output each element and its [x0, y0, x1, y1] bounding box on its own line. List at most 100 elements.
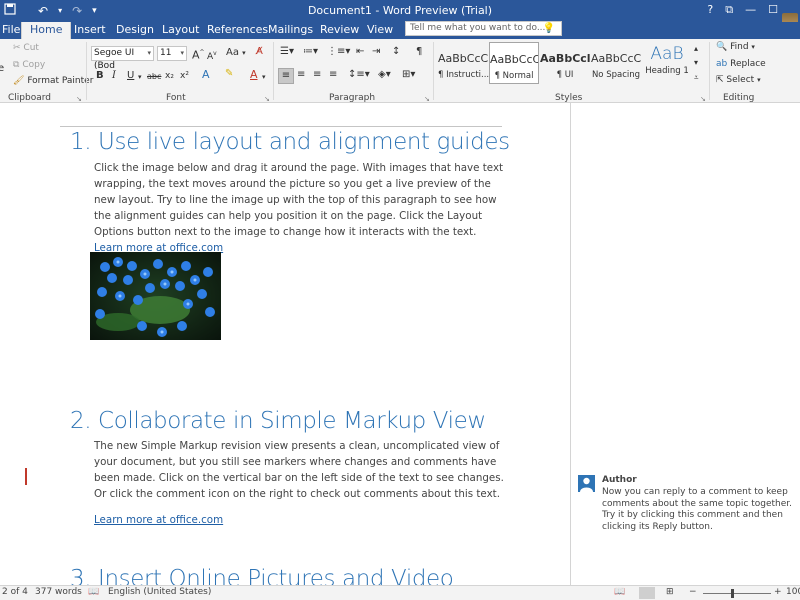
- bullets-icon[interactable]: ☰▾: [280, 46, 294, 58]
- minimize-button[interactable]: —: [745, 3, 756, 17]
- italic-button[interactable]: I: [112, 70, 116, 82]
- replace-label: Replace: [730, 59, 766, 69]
- strikethrough-button[interactable]: abc: [147, 71, 161, 83]
- style-name: ¶ Instructi...: [438, 70, 490, 80]
- comment-author-avatar: [578, 475, 595, 492]
- justify-icon[interactable]: ≡: [329, 69, 337, 81]
- window-title: Document1 - Word Preview (Trial): [307, 4, 493, 17]
- borders-icon[interactable]: ⊞▾: [402, 69, 415, 81]
- style-sample: AaBbCcC: [591, 52, 641, 65]
- word-count[interactable]: 377 words: [35, 587, 82, 597]
- font-color-button[interactable]: A: [250, 69, 258, 81]
- zoom-in-button[interactable]: +: [774, 587, 782, 597]
- shading-icon[interactable]: ◈▾: [378, 69, 391, 81]
- revision-change-bar[interactable]: [25, 468, 27, 485]
- tab-view[interactable]: View: [359, 22, 401, 39]
- comment-text: Now you can reply to a comment to keep c…: [602, 487, 792, 532]
- flower-photo[interactable]: [90, 252, 221, 340]
- paintbrush-icon: 🖌: [13, 76, 25, 86]
- font-launcher-icon[interactable]: ↘: [264, 95, 270, 103]
- print-layout-icon[interactable]: [639, 587, 655, 599]
- replace-button[interactable]: ab Replace: [716, 59, 766, 69]
- clipboard-group-label: Clipboard: [8, 93, 51, 103]
- align-left-icon[interactable]: ≡: [278, 68, 294, 84]
- format-painter-label: Format Painter: [27, 76, 94, 86]
- chevron-down-icon: ▾: [147, 49, 151, 57]
- tell-me-placeholder: Tell me what you want to do...: [410, 23, 546, 33]
- paragraph-launcher-icon[interactable]: ↘: [424, 95, 430, 103]
- multilevel-list-icon[interactable]: ⋮≡▾: [327, 46, 350, 58]
- text-effects-button[interactable]: A: [202, 69, 210, 81]
- style-name: ¶ UI: [556, 70, 574, 80]
- shrink-font-button[interactable]: Av: [207, 48, 217, 63]
- clear-formatting-icon[interactable]: A̸: [256, 46, 263, 58]
- font-color-dropdown-icon[interactable]: ▾: [262, 71, 266, 83]
- scissors-icon: ✂: [13, 43, 21, 53]
- font-size-combo[interactable]: 11 ▾: [157, 46, 187, 61]
- maximize-button[interactable]: ☐: [768, 3, 778, 17]
- proofing-icon[interactable]: 📖: [88, 587, 99, 597]
- zoom-level[interactable]: 100: [786, 587, 800, 597]
- find-label: Find: [730, 42, 749, 52]
- web-layout-icon[interactable]: ⊞: [666, 587, 674, 597]
- zoom-out-button[interactable]: −: [689, 587, 697, 597]
- subscript-button[interactable]: x₂: [165, 70, 174, 82]
- lightbulb-icon: 💡: [542, 23, 555, 34]
- decrease-indent-icon[interactable]: ⇤: [356, 46, 364, 58]
- bold-button[interactable]: B: [96, 70, 104, 82]
- grow-font-button[interactable]: A^: [192, 47, 205, 62]
- style-normal[interactable]: AaBbCcC ¶ Normal: [489, 42, 539, 84]
- align-center-icon[interactable]: ≡: [297, 69, 305, 81]
- show-marks-icon[interactable]: ¶: [416, 46, 422, 58]
- comments-pane: Author Now you can reply to a comment to…: [570, 103, 800, 585]
- style-no-spacing[interactable]: AaBbCcC No Spacing: [591, 42, 641, 84]
- read-mode-icon[interactable]: 📖: [614, 587, 625, 597]
- increase-indent-icon[interactable]: ⇥: [372, 46, 380, 58]
- clipboard-launcher-icon[interactable]: ↘: [76, 95, 82, 103]
- underline-dropdown-icon[interactable]: ▾: [138, 71, 142, 83]
- cut-button[interactable]: ✂ Cut: [13, 43, 39, 53]
- styles-launcher-icon[interactable]: ↘: [700, 95, 706, 103]
- style-heading-1[interactable]: AaB Heading 1: [642, 42, 692, 84]
- heading-rule: [60, 126, 502, 127]
- title-bar: ↶ ▾ ↷ ▾ Document1 - Word Preview (Trial)…: [0, 0, 800, 31]
- style-sample: AaBbCcC: [438, 52, 488, 65]
- highlight-icon[interactable]: ✎: [225, 68, 233, 80]
- sort-icon[interactable]: ↕: [392, 46, 400, 58]
- ribbon-display-button[interactable]: ⧉: [725, 3, 733, 17]
- underline-button[interactable]: U: [127, 70, 134, 82]
- section-1-body: Click the image below and drag it around…: [94, 160, 506, 256]
- tell-me-box[interactable]: Tell me what you want to do... 💡: [405, 21, 562, 36]
- learn-more-link-2[interactable]: Learn more at office.com: [94, 514, 223, 526]
- section-1-heading: 1. Use live layout and alignment guides: [70, 129, 510, 155]
- page-count[interactable]: 2 of 4: [2, 587, 28, 597]
- font-name-combo[interactable]: Segoe UI (Bod ▾: [91, 46, 154, 71]
- numbering-icon[interactable]: ≔▾: [303, 46, 318, 58]
- style-ui[interactable]: AaBbCcl ¶ UI: [540, 42, 590, 84]
- tab-home[interactable]: Home: [21, 22, 72, 39]
- find-button[interactable]: 🔍 Find ▾: [716, 42, 755, 52]
- paste-button[interactable]: e: [0, 63, 4, 74]
- line-spacing-icon[interactable]: ↕≡▾: [348, 69, 370, 81]
- document-page[interactable]: 1. Use live layout and alignment guides …: [0, 103, 570, 585]
- help-button[interactable]: ?: [707, 3, 713, 17]
- select-button[interactable]: ⇱ Select ▾: [716, 75, 761, 85]
- zoom-slider-track[interactable]: [703, 593, 771, 594]
- zoom-slider-thumb[interactable]: [731, 589, 734, 598]
- status-bar: 2 of 4 377 words 📖 English (United State…: [0, 585, 800, 600]
- align-right-icon[interactable]: ≡: [313, 69, 321, 81]
- style-name: Heading 1: [645, 66, 689, 76]
- style-sample: AaBbCcC: [490, 53, 538, 66]
- change-case-button[interactable]: Aa ▾: [226, 47, 246, 59]
- superscript-button[interactable]: x²: [180, 70, 189, 82]
- replace-icon: ab: [716, 59, 728, 69]
- group-separator: [433, 42, 434, 100]
- style-instructions[interactable]: AaBbCcC ¶ Instructi...: [438, 42, 490, 84]
- copy-button[interactable]: ⧉ Copy: [13, 60, 45, 70]
- copy-icon: ⧉: [13, 60, 20, 70]
- language-indicator[interactable]: English (United States): [108, 587, 211, 597]
- section-2-heading: 2. Collaborate in Simple Markup View: [70, 408, 486, 434]
- tab-insert[interactable]: Insert: [66, 22, 114, 39]
- format-painter-button[interactable]: 🖌 Format Painter: [13, 76, 93, 86]
- font-name-value: Segoe UI (Bod: [94, 48, 135, 71]
